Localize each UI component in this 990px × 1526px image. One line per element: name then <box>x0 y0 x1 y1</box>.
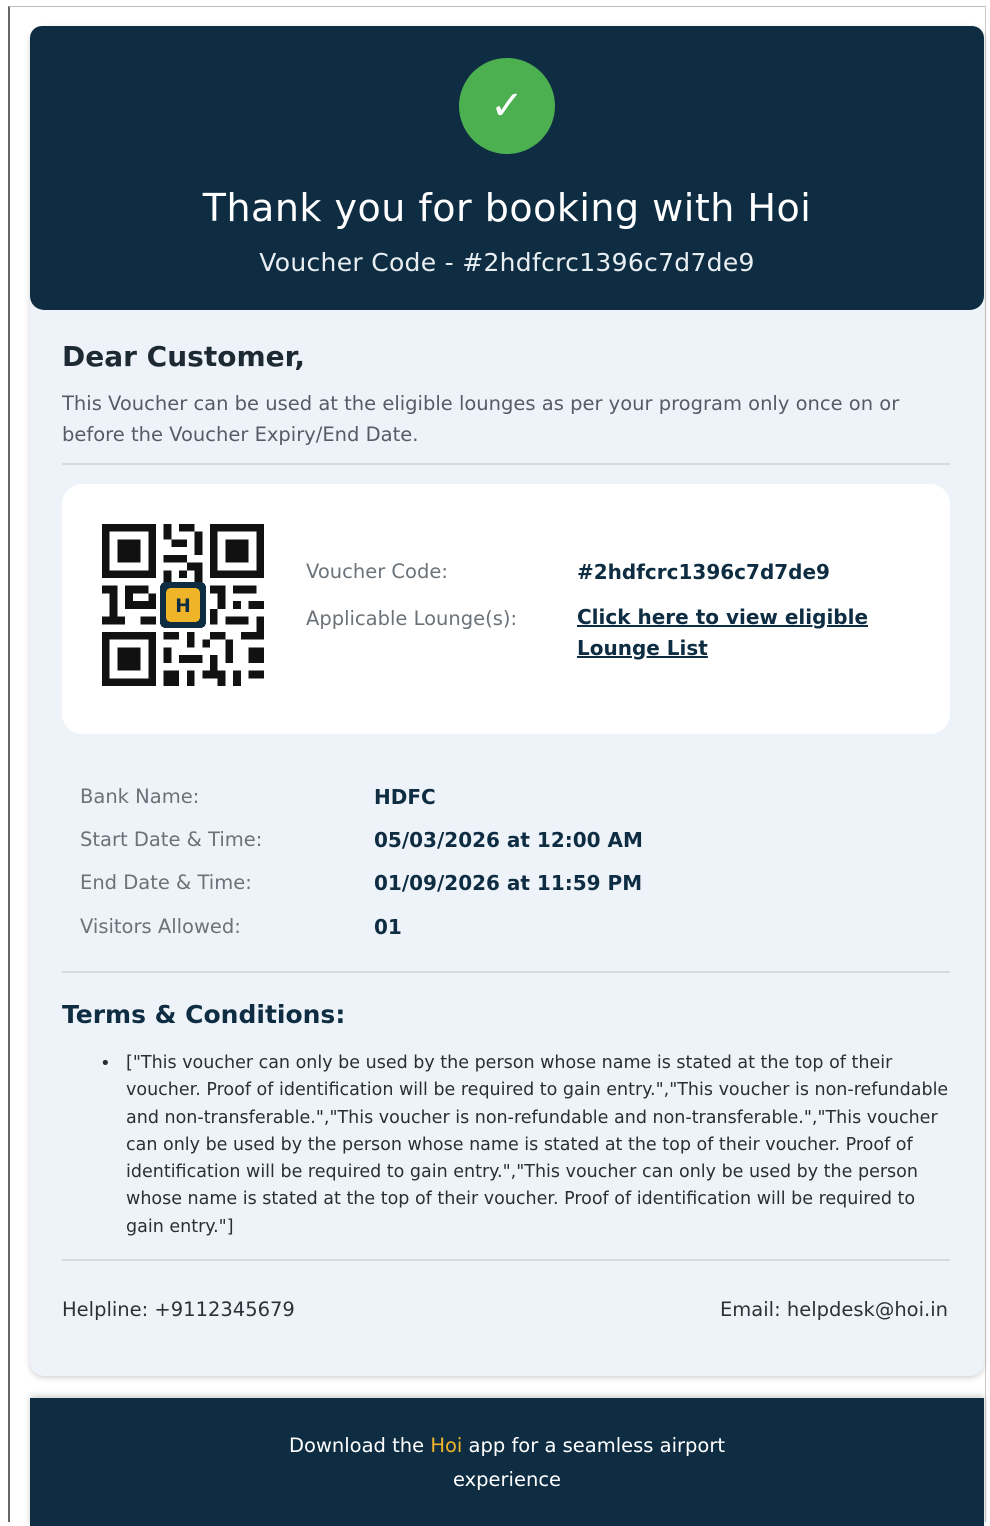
visitors-value: 01 <box>374 915 402 939</box>
bank-name-label: Bank Name: <box>80 785 200 808</box>
start-date-value: 05/03/2026 at 12:00 AM <box>374 828 643 852</box>
divider <box>62 463 950 465</box>
voucher-code-label: Voucher Code: <box>306 560 448 583</box>
footer-line-2: experience <box>452 1468 562 1491</box>
header-voucher-code: Voucher Code - #2hdfcrc1396c7d7de9 <box>259 248 755 277</box>
terms-title: Terms & Conditions: <box>62 1000 346 1029</box>
lounge-label: Applicable Lounge(s): <box>306 607 518 630</box>
terms-text: ["This voucher can only be used by the p… <box>126 1053 949 1237</box>
eligible-lounge-list-link[interactable]: Click here to view eligible Lounge List <box>577 602 897 664</box>
helpline-text: Helpline: +9112345679 <box>62 1298 295 1321</box>
greeting-message: This Voucher can be used at the eligible… <box>62 392 900 446</box>
confirmation-header: ✓ Thank you for booking with Hoi Voucher… <box>30 26 984 310</box>
visitors-label: Visitors Allowed: <box>80 915 241 938</box>
page-title: Thank you for booking with Hoi <box>202 186 812 230</box>
footer-suffix: app for a seamless airport <box>462 1434 725 1457</box>
bank-name-value: HDFC <box>374 785 436 809</box>
qr-code-icon: H <box>102 524 264 686</box>
footer-prefix: Download the <box>289 1434 431 1457</box>
voucher-details-card: H Voucher Code: #2hdfcrc1396c7d7de9 Appl… <box>62 484 950 734</box>
bullet-icon: • <box>100 1053 111 1074</box>
end-date-label: End Date & Time: <box>80 871 252 894</box>
divider <box>62 1259 950 1261</box>
divider <box>62 971 950 973</box>
end-date-value: 01/09/2026 at 11:59 PM <box>374 871 643 895</box>
app-download-footer: Download the Hoi app for a seamless airp… <box>30 1398 984 1526</box>
greeting-salutation: Dear Customer, <box>62 340 305 373</box>
svg-text:H: H <box>175 596 190 617</box>
footer-brand: Hoi <box>430 1434 463 1457</box>
voucher-code-value: #2hdfcrc1396c7d7de9 <box>577 560 830 584</box>
check-icon: ✓ <box>459 58 555 154</box>
start-date-label: Start Date & Time: <box>80 828 263 851</box>
email-text: Email: helpdesk@hoi.in <box>719 1298 948 1321</box>
footer-line: Download the Hoi app for a seamless airp… <box>30 1434 984 1457</box>
